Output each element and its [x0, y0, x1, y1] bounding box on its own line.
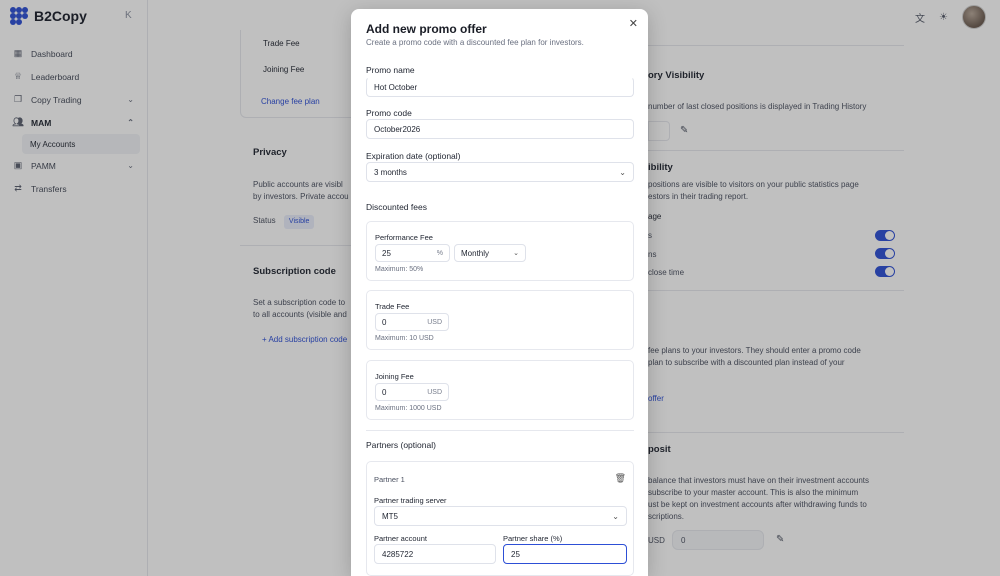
chevron-down-icon: ⌄ — [612, 511, 619, 521]
trade-fee-title: Trade Fee — [375, 302, 410, 311]
usd-unit: USD — [427, 388, 442, 396]
partner-account-value: 4285722 — [382, 549, 414, 559]
discounted-fees-label: Discounted fees — [366, 202, 427, 212]
performance-fee-title: Performance Fee — [375, 233, 433, 242]
promo-code-label: Promo code — [366, 108, 412, 118]
partner-share-label: Partner share (%) — [503, 534, 563, 543]
promo-code-value: October2026 — [374, 124, 421, 134]
promo-name-label: Promo name — [366, 65, 415, 75]
joining-fee-card: Joining Fee 0 USD Maximum: 1000 USD — [366, 360, 634, 420]
chevron-down-icon: ⌄ — [513, 250, 519, 257]
partner-server-label: Partner trading server — [374, 496, 447, 505]
trade-fee-input[interactable]: 0 USD — [375, 313, 449, 331]
close-icon[interactable]: ✕ — [629, 17, 638, 30]
percent-unit: % — [436, 249, 443, 257]
joining-fee-hint: Maximum: 1000 USD — [375, 405, 442, 412]
performance-fee-card: Performance Fee 25 % Monthly ⌄ Maximum: … — [366, 221, 634, 281]
trash-icon[interactable]: 🗑︎ — [615, 473, 626, 484]
partners-label: Partners (optional) — [366, 440, 436, 450]
partner-card: Partner 1 🗑︎ Partner trading server MT5 … — [366, 461, 634, 576]
expiration-value: 3 months — [374, 167, 407, 177]
partner-title: Partner 1 — [374, 475, 405, 484]
fee-period-value: Monthly — [461, 248, 490, 258]
chevron-down-icon: ⌄ — [619, 167, 626, 177]
joining-fee-input[interactable]: 0 USD — [375, 383, 449, 401]
partner-account-input[interactable]: 4285722 — [374, 544, 496, 564]
promo-offer-modal: ✕ Add new promo offer Create a promo cod… — [351, 9, 648, 576]
expiration-label: Expiration date (optional) — [366, 151, 461, 161]
fee-period-select[interactable]: Monthly ⌄ — [454, 244, 526, 262]
performance-fee-input[interactable]: 25 % — [375, 244, 450, 262]
usd-unit: USD — [427, 318, 442, 326]
trade-fee-hint: Maximum: 10 USD — [375, 335, 434, 342]
trade-fee-value: 0 — [382, 317, 387, 327]
performance-fee-hint: Maximum: 50% — [375, 266, 424, 273]
trade-fee-card: Trade Fee 0 USD Maximum: 10 USD — [366, 290, 634, 350]
promo-name-input[interactable]: Hot October — [366, 77, 634, 97]
performance-fee-value: 25 — [382, 248, 391, 258]
partner-share-input[interactable]: 25 — [503, 544, 627, 564]
modal-title: Add new promo offer — [366, 22, 487, 36]
partner-share-value: 25 — [511, 549, 520, 559]
partner-account-label: Partner account — [374, 534, 427, 543]
joining-fee-value: 0 — [382, 387, 387, 397]
partner-server-select[interactable]: MT5 ⌄ — [374, 506, 627, 526]
promo-code-input[interactable]: October2026 — [366, 119, 634, 139]
divider — [366, 430, 634, 431]
promo-name-value: Hot October — [374, 82, 418, 92]
partner-server-value: MT5 — [382, 511, 398, 521]
joining-fee-title: Joining Fee — [375, 372, 414, 381]
expiration-select[interactable]: 3 months ⌄ — [366, 162, 634, 182]
modal-subtitle: Create a promo code with a discounted fe… — [366, 38, 584, 47]
